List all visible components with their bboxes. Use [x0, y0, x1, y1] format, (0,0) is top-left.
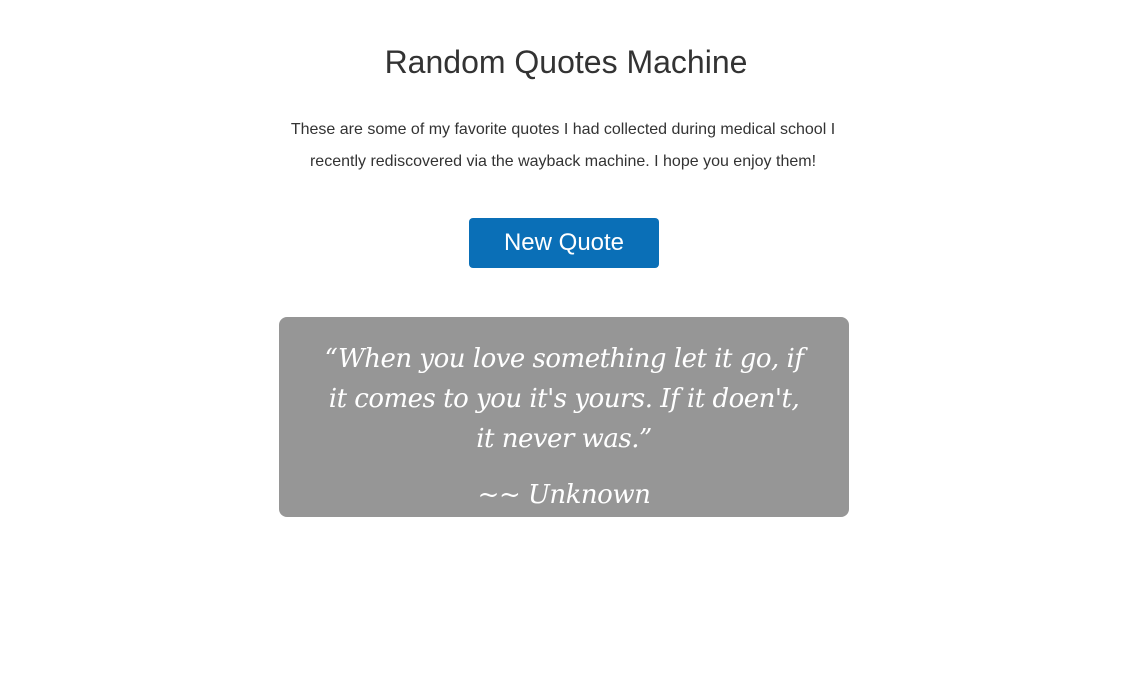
new-quote-button[interactable]: New Quote: [469, 218, 659, 268]
quote-card: “When you love something let it go, if i…: [279, 317, 849, 517]
page-title: Random Quotes Machine: [384, 44, 748, 80]
quote-text: “When you love something let it go, if i…: [324, 344, 804, 454]
intro-text: These are some of my favorite quotes I h…: [290, 121, 836, 170]
page: Random Quotes Machine These are some of …: [0, 0, 1132, 696]
quote-author: ~~ Unknown: [477, 480, 651, 510]
